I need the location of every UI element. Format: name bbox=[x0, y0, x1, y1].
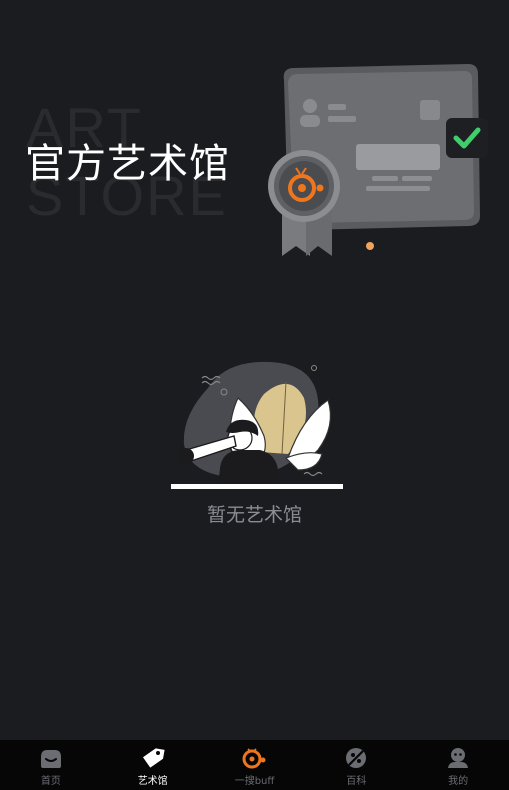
certificate-illustration bbox=[268, 64, 488, 256]
banner-title: 官方艺术馆 bbox=[25, 141, 230, 187]
tab-encyclopedia[interactable]: 百科 bbox=[305, 740, 407, 790]
empty-explorer-illustration bbox=[171, 361, 343, 489]
tab-home-label: 首页 bbox=[40, 776, 61, 787]
encyclopedia-icon bbox=[343, 745, 369, 771]
home-icon bbox=[38, 745, 64, 771]
profile-icon bbox=[445, 745, 471, 771]
tag-icon bbox=[140, 745, 166, 771]
tab-art-store-label: 艺术馆 bbox=[137, 776, 168, 787]
empty-state-text: 暂无艺术馆 bbox=[206, 504, 302, 526]
tab-encyclopedia-label: 百科 bbox=[346, 776, 367, 787]
tab-search-buff[interactable]: 一搜buff bbox=[204, 740, 306, 790]
tab-home[interactable]: 首页 bbox=[0, 740, 102, 790]
bottom-tab-bar: 首页 艺术馆 一搜buff 百科 我的 bbox=[0, 740, 509, 790]
empty-state: 暂无艺术馆 bbox=[0, 350, 509, 540]
art-store-banner[interactable]: ART STORE 官方艺术馆 bbox=[0, 0, 509, 300]
tab-profile[interactable]: 我的 bbox=[407, 740, 509, 790]
search-buff-icon bbox=[241, 745, 267, 771]
tab-search-buff-label: 一搜buff bbox=[234, 776, 275, 787]
tab-profile-label: 我的 bbox=[448, 776, 469, 787]
tab-art-store[interactable]: 艺术馆 bbox=[102, 740, 204, 790]
app-screen: ART STORE 官方艺术馆 暂无艺术馆 首页 艺术馆 一搜buff 百科 我… bbox=[0, 0, 509, 790]
